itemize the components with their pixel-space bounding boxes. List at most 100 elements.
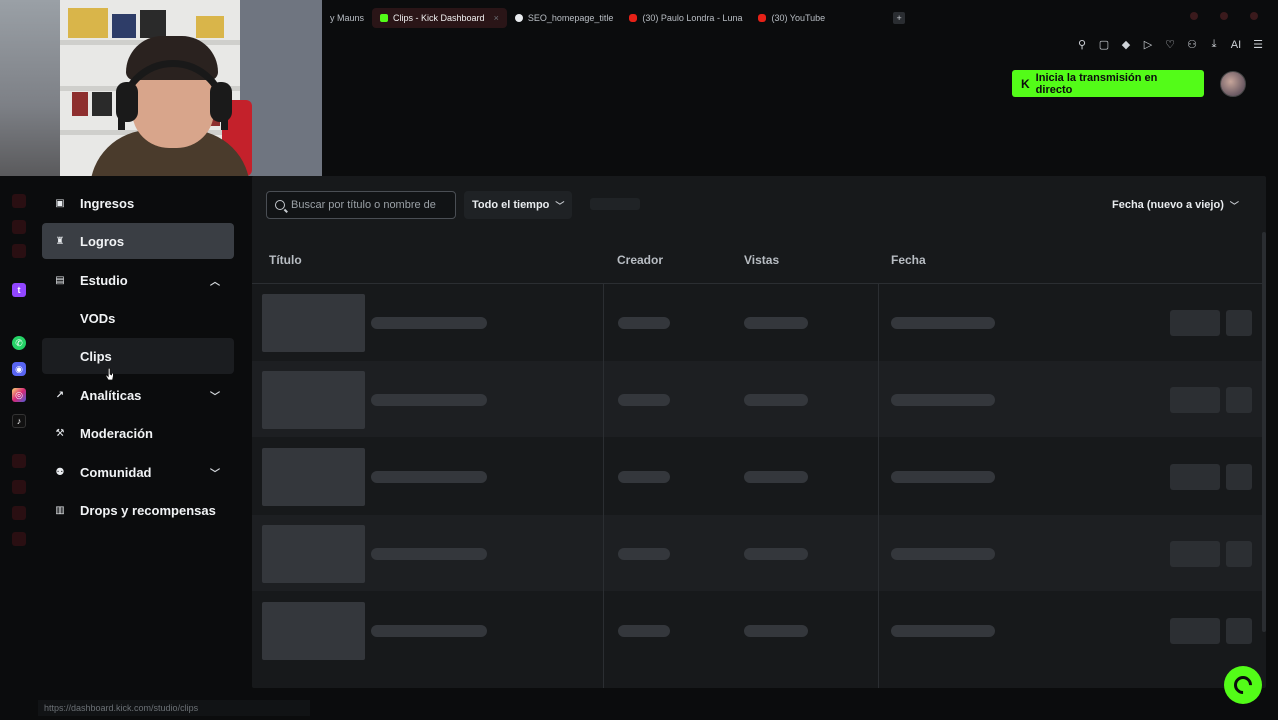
shelf-item (140, 10, 166, 38)
webcam-overlay (0, 0, 322, 176)
creator-placeholder (618, 471, 670, 483)
sidebar-item-drops[interactable]: ▥ Drops y recompensas (42, 492, 234, 528)
table-row[interactable] (252, 361, 1266, 437)
search-input[interactable] (291, 199, 446, 211)
column-titulo[interactable]: Título (269, 253, 302, 267)
youtube-icon (629, 14, 638, 22)
chart-icon: ↗ (55, 389, 65, 401)
close-icon[interactable]: × (494, 13, 499, 23)
date-placeholder (891, 548, 995, 560)
go-live-button[interactable]: K Inicia la transmisión en directo (1012, 70, 1204, 97)
wallet-icon: ▣ (55, 197, 65, 209)
sidebar-item-label: Moderación (80, 425, 153, 441)
clips-panel: Todo el tiempo ﹀ Fecha (nuevo a viejo) ﹀… (252, 176, 1266, 688)
whatsapp-icon[interactable]: ✆ (12, 336, 26, 350)
sidebar-item-label: Comunidad (80, 464, 152, 480)
sidebar-item-clips[interactable]: Clips (42, 338, 234, 374)
browser-status-url: https://dashboard.kick.com/studio/clips (38, 700, 310, 716)
rail-icon[interactable] (12, 454, 26, 468)
menu-button-placeholder (1226, 464, 1252, 490)
column-fecha[interactable]: Fecha (891, 253, 926, 267)
shelf-item (196, 16, 224, 38)
close-window-icon[interactable] (1250, 12, 1258, 20)
browser-tab[interactable]: y Mauns (322, 8, 372, 28)
column-creador[interactable]: Creador (617, 253, 663, 267)
creator-placeholder (618, 625, 670, 637)
discord-icon[interactable]: ◉ (12, 362, 26, 376)
kick-logo-icon: K (1021, 76, 1030, 91)
tab-title: y Mauns (330, 13, 365, 23)
twitch-icon[interactable]: t (12, 283, 26, 297)
menu-button-placeholder (1226, 387, 1252, 413)
maximize-icon[interactable] (1220, 12, 1228, 20)
menu-icon[interactable]: ☰ (1252, 38, 1264, 51)
action-button-placeholder (1170, 541, 1220, 567)
help-button[interactable] (1224, 666, 1262, 704)
action-button-placeholder (1170, 618, 1220, 644)
views-placeholder (744, 625, 808, 637)
sidebar-item-label: Estudio (80, 272, 128, 288)
rail-icon[interactable] (12, 244, 26, 258)
support-icon (1230, 672, 1256, 698)
sidebar-item-ingresos[interactable]: ▣ Ingresos (42, 185, 234, 221)
browser-tab-active[interactable]: Clips - Kick Dashboard × (372, 8, 507, 28)
sidebar-item-analiticas[interactable]: ↗ Analíticas ﹀ (42, 377, 234, 413)
rail-icon[interactable] (12, 194, 26, 208)
sidebar-item-comunidad[interactable]: ⚉ Comunidad ﹀ (42, 454, 234, 490)
tab-title: (30) Paulo Londra - Luna (642, 13, 743, 23)
menu-button-placeholder (1226, 310, 1252, 336)
user-icon[interactable]: ⚇ (1186, 38, 1198, 51)
time-filter-label: Todo el tiempo (472, 199, 550, 211)
chevron-down-icon: ﹀ (555, 200, 565, 211)
tab-title: SEO_homepage_title (527, 13, 614, 23)
sidebar-item-moderacion[interactable]: ⚒ Moderación (42, 415, 234, 451)
screenshot-icon[interactable]: ▢ (1098, 38, 1110, 51)
dashboard-sidebar: ▣ Ingresos ♜ Logros ▤ Estudio ︿ VODs Cli… (38, 176, 250, 720)
minimize-icon[interactable] (1190, 12, 1198, 20)
browser-tab[interactable]: SEO_homepage_title (507, 8, 622, 28)
views-placeholder (744, 471, 808, 483)
browser-tab[interactable]: (30) Paulo Londra - Luna (621, 8, 750, 28)
window-controls (1190, 12, 1258, 20)
sidebar-item-estudio[interactable]: ▤ Estudio ︿ (42, 262, 234, 298)
rail-icon[interactable] (12, 506, 26, 520)
sidebar-item-label: Ingresos (80, 195, 135, 211)
heart-icon[interactable]: ♡ (1164, 38, 1176, 51)
webcam-wall (240, 0, 322, 176)
scrollbar[interactable] (1262, 232, 1266, 632)
social-rail: t ✆ ◉ ◎ ♪ (0, 176, 38, 720)
table-row[interactable] (252, 592, 1266, 668)
hammer-icon: ⚒ (55, 427, 65, 439)
browser-toolbar: ⚲ ▢ ◆ ▷ ♡ ⚇ ⤓ AI ☰ (1076, 38, 1264, 51)
ai-button[interactable]: AI (1230, 39, 1242, 51)
download-icon[interactable]: ⤓ (1208, 38, 1220, 51)
table-row[interactable] (252, 515, 1266, 591)
sidebar-item-vods[interactable]: VODs (42, 300, 234, 336)
sidebar-item-logros[interactable]: ♜ Logros (42, 223, 234, 259)
column-vistas[interactable]: Vistas (744, 253, 779, 267)
play-icon[interactable]: ▷ (1142, 38, 1154, 51)
tiktok-icon[interactable]: ♪ (12, 414, 26, 428)
clips-search[interactable] (266, 191, 456, 219)
chevron-down-icon: ﹀ (210, 392, 220, 403)
menu-button-placeholder (1226, 618, 1252, 644)
sort-dropdown[interactable]: Fecha (nuevo a viejo) ﹀ (1104, 191, 1247, 219)
table-row[interactable] (252, 438, 1266, 514)
rail-icon[interactable] (12, 480, 26, 494)
instagram-icon[interactable]: ◎ (12, 388, 26, 402)
time-filter-dropdown[interactable]: Todo el tiempo ﹀ (464, 191, 573, 219)
shield-icon[interactable]: ◆ (1120, 38, 1132, 51)
rail-icon[interactable] (12, 220, 26, 234)
tab-title: (30) YouTube (771, 13, 826, 23)
avatar[interactable] (1220, 71, 1246, 97)
browser-tab[interactable]: (30) YouTube (750, 8, 833, 28)
new-tab-button[interactable]: + (893, 12, 906, 24)
sidebar-item-label: Analíticas (80, 387, 142, 403)
column-divider (603, 284, 604, 688)
table-row[interactable] (252, 284, 1266, 360)
kick-icon (380, 14, 389, 22)
pin-icon[interactable]: ⚲ (1076, 38, 1088, 51)
rail-icon[interactable] (12, 532, 26, 546)
views-placeholder (744, 394, 808, 406)
reset-filters-button[interactable] (590, 198, 640, 210)
